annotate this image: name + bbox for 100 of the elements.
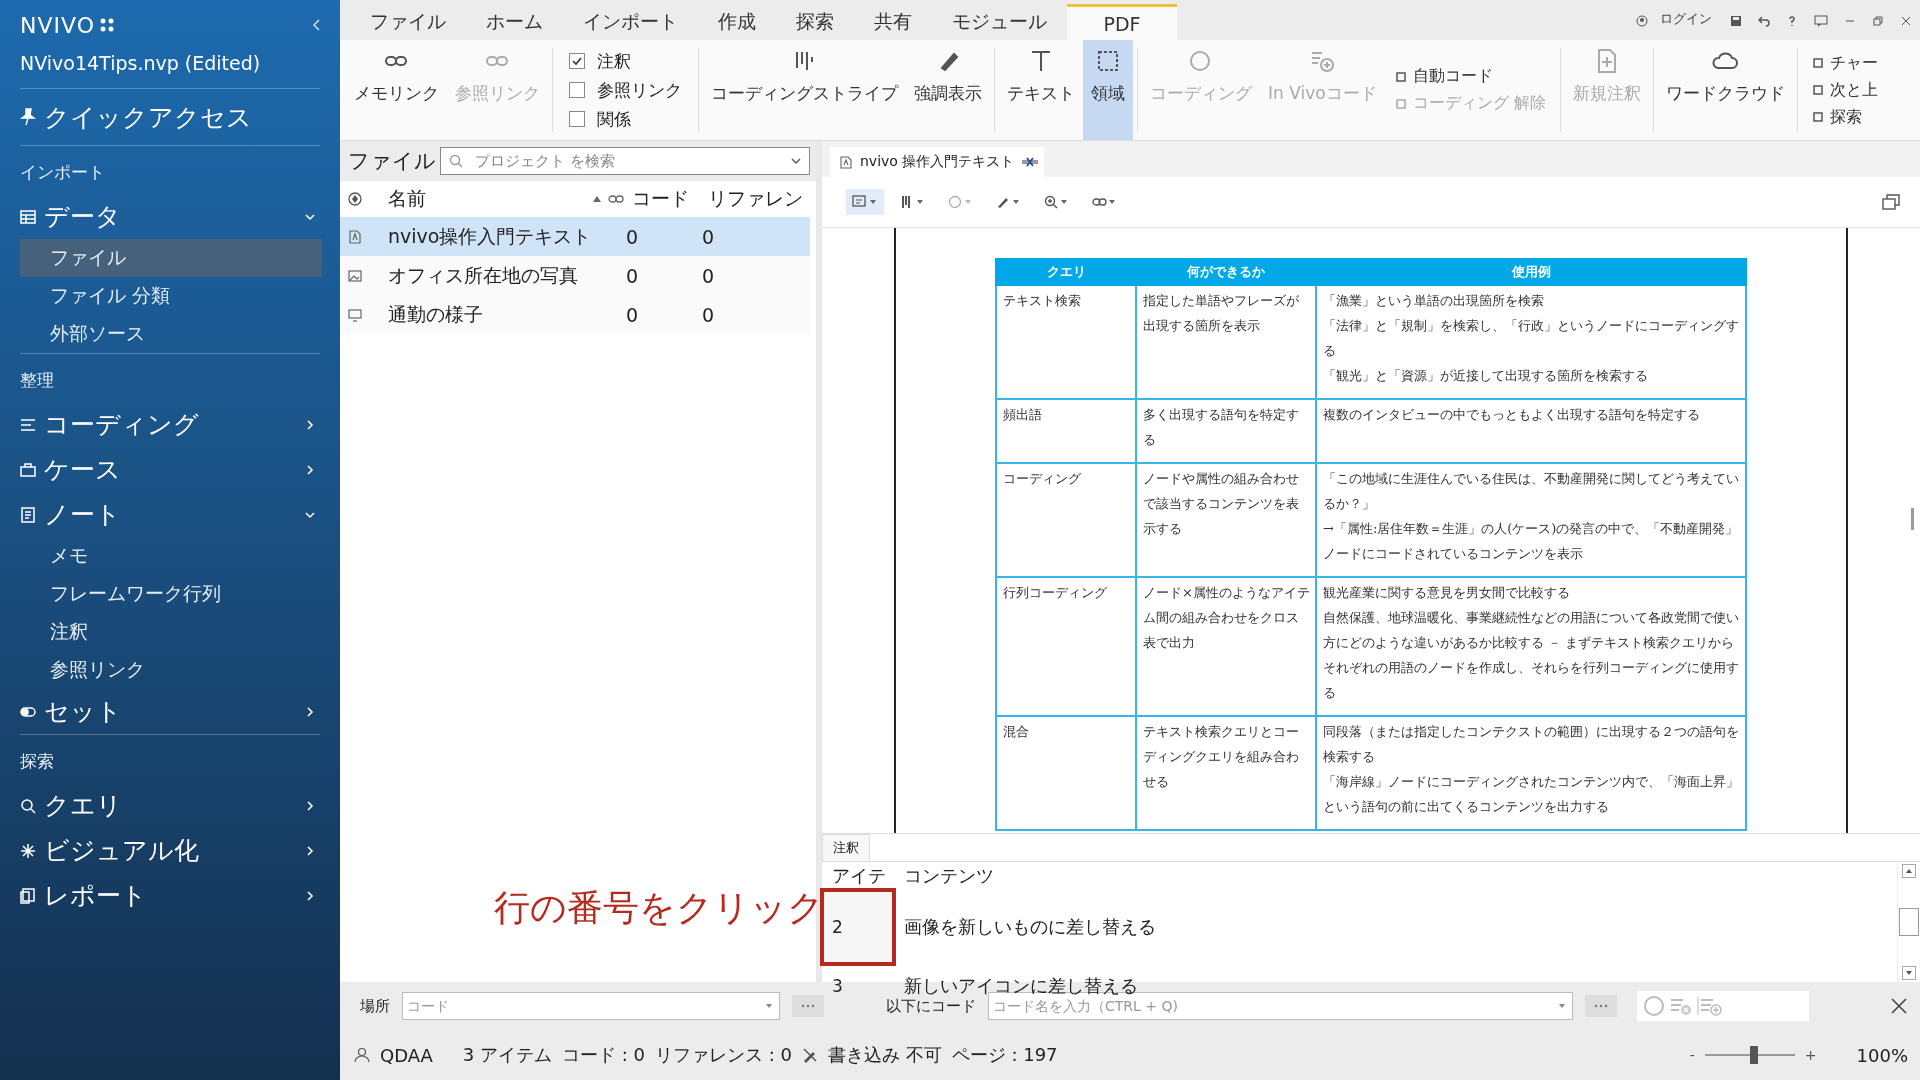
ribbon-button[interactable]: メモリンク xyxy=(346,40,447,140)
menu-tab[interactable]: 作成 xyxy=(698,4,776,40)
nav-subitem[interactable]: メモ xyxy=(20,537,322,575)
ribbon-small-button[interactable]: 探索 xyxy=(1811,105,1878,129)
nav-item[interactable]: ケース xyxy=(20,447,320,492)
close-icon[interactable] xyxy=(1900,15,1912,27)
nav-item[interactable]: コーディング xyxy=(20,402,320,447)
search-input[interactable]: プロジェクト を検索 xyxy=(473,151,781,171)
code-status: コード : 0 xyxy=(562,1043,645,1067)
ribbon-checkbox[interactable]: 参照リンク xyxy=(569,78,682,102)
menu-tab[interactable]: PDF xyxy=(1067,4,1177,40)
close-icon[interactable] xyxy=(1022,157,1039,167)
section-heading: 整理 xyxy=(20,368,55,392)
ribbon-small-button[interactable]: チャー xyxy=(1811,51,1878,75)
ribbon-button[interactable]: ワードクラウド xyxy=(1657,40,1793,140)
nav-item[interactable]: ノート xyxy=(20,492,320,537)
column-header[interactable]: リファレン xyxy=(708,186,808,212)
nav-subitem[interactable]: フレームワーク行列 xyxy=(20,575,322,613)
circle-icon xyxy=(948,195,974,209)
pen-icon xyxy=(996,195,1022,209)
dropdown-icon[interactable] xyxy=(1558,1003,1566,1009)
example-text: 複数のインタビューの中でもっともよく出現する語句を特定する xyxy=(1323,406,1701,424)
location-input[interactable]: コード xyxy=(405,997,765,1015)
menu-tab[interactable]: モジュール xyxy=(932,4,1067,40)
help-icon[interactable] xyxy=(1786,15,1798,27)
column-header[interactable]: アイテ xyxy=(822,864,894,888)
nav-item[interactable]: ビジュアル化 xyxy=(20,828,320,873)
menu-tab[interactable]: インポート xyxy=(563,4,698,40)
zoom-out-button[interactable]: - xyxy=(1689,1047,1695,1063)
file-row[interactable]: オフィス所在地の写真 0 0 xyxy=(340,256,810,295)
scrollbar-thumb[interactable] xyxy=(1899,908,1919,936)
zoom-in-button[interactable]: + xyxy=(1804,1047,1817,1063)
code-name-input[interactable]: コード名を入力（CTRL + Q) xyxy=(991,997,1558,1015)
menu-tab[interactable]: ホーム xyxy=(466,4,563,40)
user-name: QDAA xyxy=(380,1044,433,1066)
ribbon-button[interactable]: コーディングストライプ xyxy=(703,40,906,140)
table-cell: 指定した単語やフレーズが出現する箇所を表示 xyxy=(1143,293,1299,333)
column-header[interactable]: コード xyxy=(632,186,708,212)
comment-icon[interactable] xyxy=(1814,15,1828,27)
menu-tab[interactable]: 探索 xyxy=(776,4,854,40)
file-row[interactable]: nvivo操作入門テキスト 0 0 xyxy=(340,217,810,256)
restore-icon[interactable] xyxy=(1872,15,1884,27)
dropdown-icon[interactable] xyxy=(765,1003,773,1009)
undo-icon[interactable] xyxy=(1758,15,1770,27)
ribbon-button[interactable]: 強調表示 xyxy=(906,40,990,140)
close-icon[interactable] xyxy=(1890,997,1908,1015)
ribbon-small-button[interactable]: 次と上 xyxy=(1811,78,1878,102)
square-icon xyxy=(1394,70,1407,83)
zoom-slider-thumb[interactable] xyxy=(1750,1046,1759,1064)
nav-subitem[interactable]: ファイル xyxy=(20,239,322,277)
row-number[interactable]: 2 xyxy=(822,890,894,964)
nav-item[interactable]: セット xyxy=(20,689,320,734)
nav-item[interactable]: データ xyxy=(20,194,320,239)
search-icon xyxy=(20,797,36,814)
login-link[interactable]: ログイン xyxy=(1660,10,1712,28)
reference-count: 0 xyxy=(702,225,716,248)
sparkle-icon xyxy=(20,842,36,859)
more-icon xyxy=(801,1004,815,1008)
nav-item[interactable]: レポート xyxy=(20,873,320,918)
collapse-icon[interactable] xyxy=(312,19,320,31)
add-column-icon[interactable] xyxy=(348,192,362,206)
example-text: 同段落（または指定したコンテクストの範囲）に出現する２つの語句を検索する xyxy=(1323,723,1740,766)
image-file-icon xyxy=(348,268,362,283)
annotations-tab[interactable]: 注釈 xyxy=(822,834,870,861)
file-row[interactable]: 通勤の様子 0 0 xyxy=(340,295,810,334)
nav-item[interactable]: クエリ xyxy=(20,783,320,828)
quick-access-item[interactable]: クイックアクセス xyxy=(20,89,320,145)
file-name: nvivo操作入門テキスト xyxy=(388,223,593,249)
link-icon xyxy=(608,194,624,204)
reference-status: リファレンス : 0 xyxy=(655,1043,792,1067)
item-count: 3 アイテム xyxy=(462,1043,553,1067)
table-cell: ノードや属性の組み合わせで該当するコンテンツを表示する xyxy=(1143,471,1299,536)
save-icon[interactable] xyxy=(1730,15,1742,27)
pen-crossed-icon xyxy=(801,1047,818,1063)
menu-tab[interactable]: ファイル xyxy=(350,4,466,40)
ribbon-checkbox[interactable]: 関係 xyxy=(569,107,682,131)
ribbon-button[interactable]: テキスト xyxy=(999,40,1083,140)
reference-count: 0 xyxy=(702,303,716,326)
nav-subitem[interactable]: 参照リンク xyxy=(20,651,322,689)
scrollbar-thumb[interactable] xyxy=(1911,508,1914,530)
column-header[interactable]: コンテンツ xyxy=(894,864,1897,888)
nav-subitem[interactable]: 外部ソース xyxy=(20,315,322,353)
ribbon-button[interactable]: 領域 xyxy=(1083,40,1133,140)
nav-subitem[interactable]: ファイル 分類 xyxy=(20,277,322,315)
nav-subitem[interactable]: 注釈 xyxy=(20,613,322,651)
sort-ascending-icon[interactable] xyxy=(592,195,602,203)
menu-tab[interactable]: 共有 xyxy=(854,4,932,40)
location-field[interactable]: コード xyxy=(402,992,780,1020)
undock-icon[interactable] xyxy=(1882,194,1900,210)
briefcase-icon xyxy=(20,461,36,478)
ribbon-small-button[interactable]: 自動コード xyxy=(1394,65,1546,88)
document-tab[interactable]: nvivo 操作入門テキスト xyxy=(830,147,1045,177)
scroll-up-icon[interactable] xyxy=(1902,864,1916,878)
section-heading: 探索 xyxy=(20,749,55,773)
ribbon-checkbox[interactable]: 注釈 xyxy=(569,49,682,73)
search-field[interactable]: プロジェクト を検索 xyxy=(440,147,810,175)
scroll-down-icon[interactable] xyxy=(1902,966,1916,980)
annotation-dropdown[interactable] xyxy=(846,189,884,215)
zoom-in-icon xyxy=(1044,195,1070,209)
column-header[interactable]: 名前 xyxy=(388,186,592,212)
